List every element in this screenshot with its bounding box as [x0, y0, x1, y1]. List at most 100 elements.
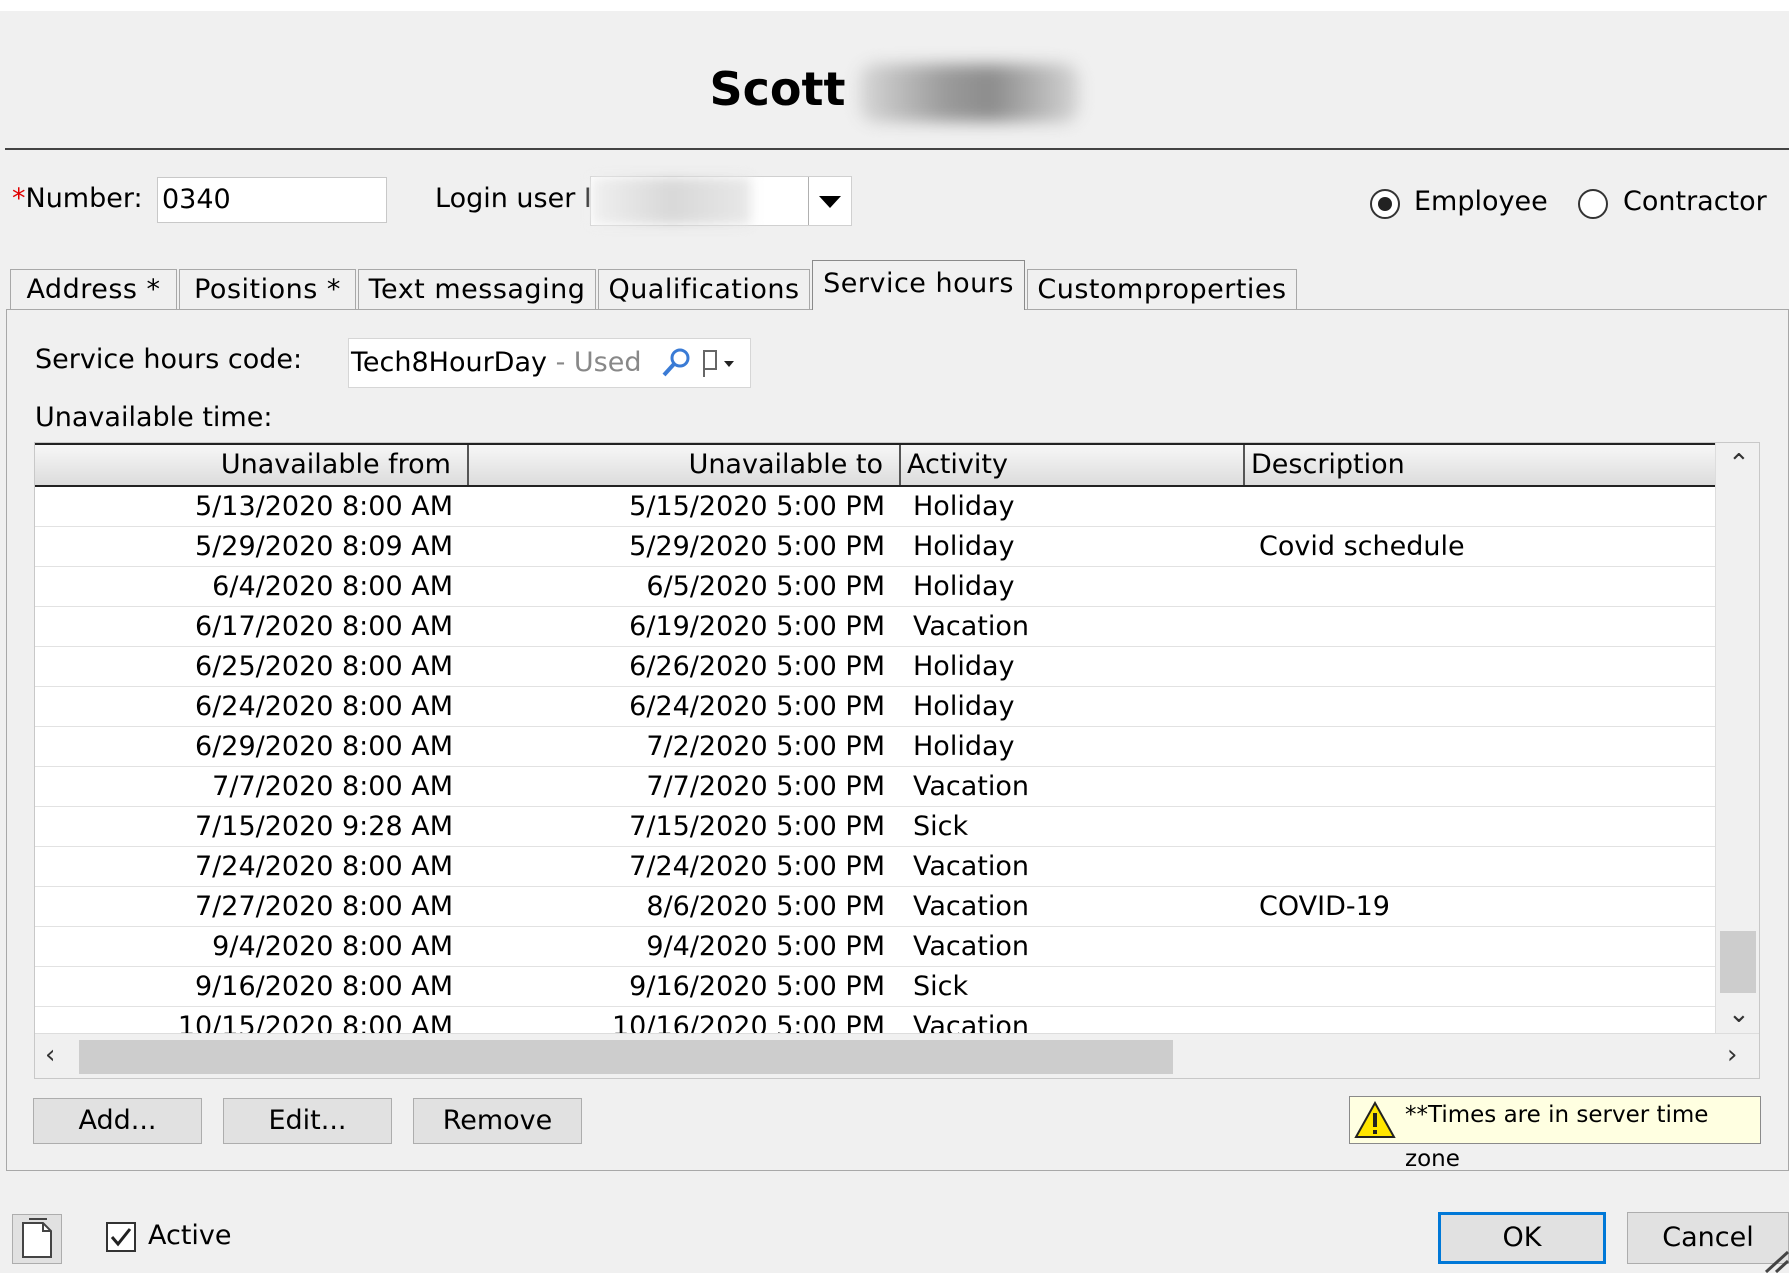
table-row[interactable]: 5/29/2020 8:09 AM 5/29/2020 5:00 PM Holida… [35, 527, 1715, 567]
cell-unavailable-from: 6/17/2020 8:00 AM [194, 611, 453, 642]
cell-unavailable-from: 6/24/2020 8:00 AM [194, 691, 453, 722]
cell-unavailable-from: 7/7/2020 8:00 AM [212, 771, 453, 802]
chevron-down-icon[interactable] [808, 177, 851, 225]
unavailable-time-label: Unavailable time: [35, 402, 273, 433]
unavailable-time-grid: Unavailable from Unavailable to Activity… [34, 442, 1760, 1079]
title-divider [5, 148, 1789, 150]
cell-unavailable-to: 8/6/2020 5:00 PM [646, 891, 885, 922]
flag-dropdown-icon[interactable] [703, 350, 734, 377]
login-user-id-combo[interactable] [590, 176, 852, 226]
table-row[interactable]: 7/24/2020 8:00 AM 7/24/2020 5:00 PM Vacati… [35, 847, 1715, 887]
document-button[interactable] [12, 1214, 62, 1264]
document-icon [22, 1218, 52, 1258]
table-row[interactable]: 5/13/2020 8:00 AM 5/15/2020 5:00 PM Holida… [35, 487, 1715, 527]
service-hours-code-field[interactable]: Tech8HourDay - Used on [348, 338, 751, 388]
cell-unavailable-to: 6/26/2020 5:00 PM [629, 651, 885, 682]
cell-unavailable-to: 5/29/2020 5:00 PM [629, 531, 885, 562]
cell-description [1259, 607, 1709, 647]
warning-icon [1354, 1101, 1396, 1138]
cell-description: COVID-19 [1259, 891, 1390, 922]
table-row[interactable]: 6/25/2020 8:00 AM 6/26/2020 5:00 PM Holida… [35, 647, 1715, 687]
employee-dialog: Scott *Number: 0340 Login user ID Employ… [0, 0, 1789, 1281]
grid-header: Unavailable from Unavailable to Activity… [35, 443, 1715, 487]
add-button[interactable]: Add... [33, 1098, 202, 1144]
cell-unavailable-from: 7/24/2020 8:00 AM [194, 851, 453, 882]
service-hours-code-value: Tech8HourDay [351, 347, 548, 378]
table-row[interactable]: 9/16/2020 8:00 AM 9/16/2020 5:00 PM Sick [35, 967, 1715, 1007]
tab-address[interactable]: Address * [10, 269, 177, 309]
cell-description [1259, 647, 1709, 687]
horizontal-scroll-thumb[interactable] [79, 1040, 1173, 1074]
cell-unavailable-to: 7/24/2020 5:00 PM [629, 851, 885, 882]
cell-unavailable-from: 5/13/2020 8:00 AM [194, 491, 453, 522]
cell-activity: Vacation [913, 931, 1030, 962]
table-row[interactable]: 6/29/2020 8:00 AM 7/2/2020 5:00 PM Holiday [35, 727, 1715, 767]
scroll-down-icon[interactable]: ⌄ [1728, 999, 1750, 1029]
scroll-up-icon[interactable]: ⌃ [1728, 449, 1750, 479]
table-row[interactable]: 6/17/2020 8:00 AM 6/19/2020 5:00 PM Vacati… [35, 607, 1715, 647]
remove-button[interactable]: Remove [413, 1098, 582, 1144]
number-input[interactable]: 0340 [157, 177, 387, 223]
employee-name-title: Scott [0, 62, 1789, 122]
login-user-id-redacted [591, 177, 751, 225]
window-bottom-edge [0, 1273, 1789, 1281]
column-header-description[interactable]: Description [1245, 445, 1715, 485]
tab-custom-properties[interactable]: Customproperties [1027, 269, 1297, 309]
column-header-unavailable-from[interactable]: Unavailable from [35, 445, 469, 485]
cell-activity: Sick [913, 971, 969, 1002]
tab-positions[interactable]: Positions * [179, 269, 356, 309]
tab-text-messaging[interactable]: Text messaging [358, 269, 596, 309]
ok-button[interactable]: OK [1438, 1212, 1606, 1264]
cell-unavailable-to: 7/15/2020 5:00 PM [629, 811, 885, 842]
cell-unavailable-from: 7/27/2020 8:00 AM [194, 891, 453, 922]
table-row[interactable]: 7/7/2020 8:00 AM 7/7/2020 5:00 PM Vacation [35, 767, 1715, 807]
cell-unavailable-to: 6/19/2020 5:00 PM [629, 611, 885, 642]
table-row[interactable]: 7/15/2020 9:28 AM 7/15/2020 5:00 PM Sick [35, 807, 1715, 847]
radio-contractor-label: Contractor [1623, 186, 1767, 217]
employee-last-name-redacted [859, 63, 1080, 122]
cell-unavailable-to: 6/5/2020 5:00 PM [646, 571, 885, 602]
table-row[interactable]: 6/24/2020 8:00 AM 6/24/2020 5:00 PM Holida… [35, 687, 1715, 727]
code-field-icons [650, 339, 750, 387]
radio-employee[interactable] [1370, 189, 1400, 219]
tab-qualifications[interactable]: Qualifications [598, 269, 810, 309]
required-mark: * [12, 183, 26, 214]
table-row[interactable]: 9/4/2020 8:00 AM 9/4/2020 5:00 PM Vacation [35, 927, 1715, 967]
cell-description [1259, 567, 1709, 607]
active-label: Active [148, 1220, 232, 1251]
cell-description [1259, 767, 1709, 807]
cell-unavailable-from: 6/25/2020 8:00 AM [194, 651, 453, 682]
edit-button[interactable]: Edit... [223, 1098, 392, 1144]
cell-unavailable-from: 9/16/2020 8:00 AM [194, 971, 453, 1002]
cell-unavailable-to: 7/2/2020 5:00 PM [646, 731, 885, 762]
window-top-edge [0, 0, 1789, 11]
cell-activity: Vacation [913, 611, 1030, 642]
vertical-scrollbar[interactable]: ⌃ ⌄ [1715, 443, 1759, 1033]
active-checkbox[interactable] [106, 1222, 136, 1252]
radio-employee-label: Employee [1414, 186, 1548, 217]
scroll-left-icon[interactable]: ‹ [45, 1040, 55, 1070]
vertical-scroll-thumb[interactable] [1720, 931, 1756, 993]
cell-unavailable-from: 5/29/2020 8:09 AM [194, 531, 453, 562]
column-header-activity[interactable]: Activity [901, 445, 1245, 485]
cell-unavailable-to: 9/16/2020 5:00 PM [629, 971, 885, 1002]
cell-description [1259, 687, 1709, 727]
employee-first-name: Scott [709, 62, 846, 116]
checkmark-icon [110, 1228, 132, 1247]
number-label: *Number: [12, 183, 143, 214]
cell-activity: Holiday [913, 651, 1015, 682]
cell-activity: Holiday [913, 531, 1015, 562]
service-hours-code-label: Service hours code: [35, 344, 303, 375]
cell-unavailable-from: 9/4/2020 8:00 AM [212, 931, 453, 962]
table-row[interactable]: 7/27/2020 8:00 AM 8/6/2020 5:00 PM Vacatio… [35, 887, 1715, 927]
column-header-unavailable-to[interactable]: Unavailable to [469, 445, 901, 485]
horizontal-scrollbar[interactable]: ‹ › [35, 1033, 1759, 1078]
scroll-right-icon[interactable]: › [1727, 1040, 1737, 1070]
resize-grip-icon[interactable] [1760, 1250, 1789, 1273]
radio-contractor[interactable] [1578, 189, 1608, 219]
table-row[interactable]: 6/4/2020 8:00 AM 6/5/2020 5:00 PM Holiday [35, 567, 1715, 607]
magnifier-icon[interactable] [662, 348, 690, 377]
cell-unavailable-from: 7/15/2020 9:28 AM [194, 811, 453, 842]
radio-selected-dot [1378, 197, 1392, 211]
tab-service-hours[interactable]: Service hours [812, 260, 1025, 310]
